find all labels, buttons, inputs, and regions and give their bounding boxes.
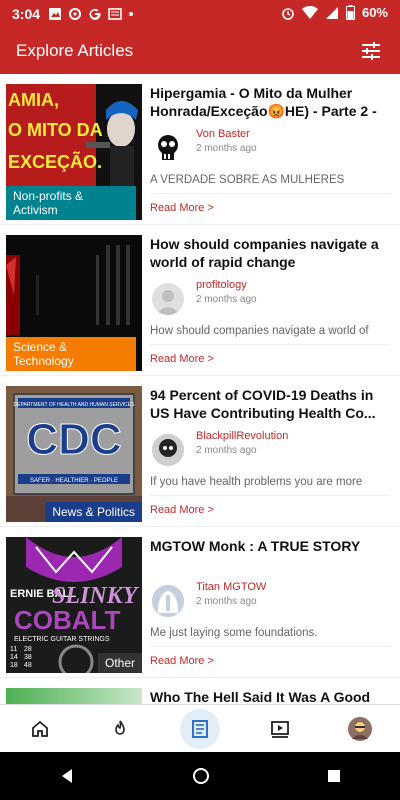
- avatar[interactable]: [152, 585, 184, 617]
- article-feed[interactable]: AMIA, O MITO DA EXCEÇÃO. Non-profits & A…: [0, 74, 400, 704]
- article-card[interactable]: AMIA, O MITO DA EXCEÇÃO. Non-profits & A…: [0, 74, 400, 220]
- nav-profile[interactable]: [340, 709, 380, 749]
- home-button-icon[interactable]: [192, 767, 210, 785]
- article-thumbnail[interactable]: DEPARTMENT OF HEALTH AND HUMAN SERVICES …: [6, 386, 142, 522]
- alarm-icon: [282, 7, 294, 20]
- avatar[interactable]: [152, 132, 184, 164]
- user-photo-icon: [152, 434, 184, 466]
- thumb-text-top: AMIA,: [8, 90, 59, 110]
- wifi-icon: [301, 5, 318, 19]
- pinwheel-icon: [69, 8, 82, 20]
- gauge-label: 11: [10, 646, 17, 653]
- article-thumbnail[interactable]: Science & Technology: [6, 235, 142, 371]
- category-tag: News & Politics: [45, 502, 142, 522]
- article-card[interactable]: Science & Technology How should companie…: [0, 225, 400, 371]
- nav-videos[interactable]: [260, 709, 300, 749]
- home-icon: [32, 720, 48, 737]
- author-row[interactable]: Von Baster 2 months ago: [150, 126, 390, 168]
- gauge-label: 18: [10, 662, 18, 669]
- article-excerpt: If you have health problems you are more: [150, 476, 390, 496]
- skull-avatar-icon: [158, 135, 178, 160]
- cdc-banner-text: DEPARTMENT OF HEALTH AND HUMAN SERVICES: [14, 402, 136, 408]
- gauge-label: 38: [24, 654, 32, 661]
- profile-avatar: [348, 716, 372, 741]
- post-date: 2 months ago: [196, 596, 257, 607]
- videos-icon: [271, 720, 289, 738]
- read-more-link[interactable]: Read More >: [150, 655, 390, 667]
- category-tag: Non-profits & Activism: [6, 186, 136, 220]
- article-thumbnail[interactable]: ERNIE BALL SLINKY COBALT ELECTRIC GUITAR…: [6, 537, 142, 673]
- avatar[interactable]: [152, 283, 184, 315]
- article-title[interactable]: Hipergamia - O Mito da Mulher Honrada/Ex…: [150, 84, 390, 120]
- post-date: 2 months ago: [196, 294, 257, 305]
- gauge-label: 48: [24, 662, 32, 669]
- author-row[interactable]: Titan MGTOW 2 months ago: [150, 579, 390, 621]
- app-bar: Explore Articles: [0, 28, 400, 74]
- author-name[interactable]: BlackpillRevolution: [196, 430, 288, 442]
- nav-trending[interactable]: [100, 709, 140, 749]
- author-name[interactable]: Von Baster: [196, 128, 250, 140]
- author-row[interactable]: BlackpillRevolution 2 months ago: [150, 428, 390, 470]
- battery-icon: [345, 5, 355, 20]
- articles-icon: [192, 719, 208, 738]
- read-more-link[interactable]: Read More >: [150, 353, 390, 365]
- gauge-label: 28: [24, 646, 32, 653]
- article-title[interactable]: 94 Percent of COVID-19 Deaths in US Have…: [150, 386, 390, 422]
- back-icon[interactable]: [59, 768, 75, 784]
- read-more-link[interactable]: Read More >: [150, 504, 390, 516]
- author-name[interactable]: Titan MGTOW: [196, 581, 266, 593]
- nav-articles[interactable]: [180, 708, 220, 749]
- news-icon: [108, 8, 122, 20]
- category-tag: Other: [97, 653, 142, 673]
- article-card[interactable]: DEPARTMENT OF HEALTH AND HUMAN SERVICES …: [0, 376, 400, 522]
- article-title[interactable]: How should companies navigate a world of…: [150, 235, 390, 271]
- post-date: 2 months ago: [196, 143, 257, 154]
- cdc-logo-text: CDC: [26, 415, 121, 464]
- signal-icon: [325, 6, 338, 19]
- cdc-sub-text: SAFER · HEALTHIER · PEOPLE: [30, 478, 118, 484]
- default-user-icon: [156, 290, 180, 315]
- author-row[interactable]: profitology 2 months ago: [150, 277, 390, 319]
- strings-text: ELECTRIC GUITAR STRINGS: [14, 636, 110, 643]
- article-excerpt: Me just laying some foundations.: [150, 627, 390, 647]
- cobalt-text: COBALT: [14, 605, 121, 635]
- trending-icon: [115, 720, 125, 735]
- google-icon: [89, 8, 101, 20]
- battery-percent: 60%: [361, 5, 388, 20]
- article-thumbnail[interactable]: [6, 688, 142, 704]
- read-more-link[interactable]: Read More >: [150, 202, 390, 214]
- status-time: 3:04: [12, 6, 41, 22]
- article-excerpt: A VERDADE SOBRE AS MULHERES: [150, 174, 390, 194]
- article-thumbnail[interactable]: AMIA, O MITO DA EXCEÇÃO. Non-profits & A…: [6, 84, 142, 220]
- status-bar: 3:04 60%: [0, 0, 400, 28]
- article-card[interactable]: ERNIE BALL SLINKY COBALT ELECTRIC GUITAR…: [0, 527, 400, 673]
- article-title[interactable]: Who The Hell Said It Was A Good: [150, 688, 390, 704]
- thumb-text-bottom: EXCEÇÃO.: [8, 151, 102, 172]
- article-excerpt: How should companies navigate a world of: [150, 325, 390, 345]
- titan-avatar-icon: [152, 585, 184, 617]
- recents-icon[interactable]: [327, 769, 341, 783]
- article-title[interactable]: MGTOW Monk : A TRUE STORY: [150, 537, 390, 573]
- bottom-nav: [0, 704, 400, 752]
- filter-settings-icon[interactable]: [360, 40, 382, 62]
- post-date: 2 months ago: [196, 445, 257, 456]
- page-title: Explore Articles: [16, 41, 134, 60]
- thumb-text-mid: O MITO DA: [8, 120, 103, 140]
- category-tag: Science & Technology: [6, 337, 136, 371]
- nav-home[interactable]: [20, 709, 60, 749]
- gallery-icon: [49, 8, 62, 20]
- dot-icon: [129, 12, 134, 16]
- system-nav-bar: [0, 752, 400, 800]
- avatar[interactable]: [152, 434, 184, 466]
- article-card[interactable]: Who The Hell Said It Was A Good: [0, 678, 400, 704]
- gauge-label: 14: [10, 654, 18, 661]
- author-name[interactable]: profitology: [196, 279, 247, 291]
